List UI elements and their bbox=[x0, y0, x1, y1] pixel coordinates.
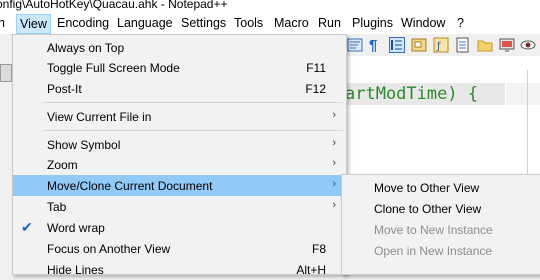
move-clone-submenu: Move to Other View Clone to Other View M… bbox=[341, 174, 540, 275]
menu-window[interactable]: Window bbox=[401, 16, 445, 30]
menu-item-word-wrap[interactable]: ✔ Word wrap bbox=[13, 217, 346, 238]
chevron-right-icon: › bbox=[332, 137, 336, 149]
view-menu-dropdown: Always on Top Toggle Full Screen Mode F1… bbox=[12, 34, 347, 277]
monitor-icon[interactable] bbox=[499, 37, 515, 53]
chevron-right-icon: › bbox=[332, 178, 336, 190]
menu-item-toggle-full-screen[interactable]: Toggle Full Screen Mode F11 bbox=[13, 57, 346, 78]
submenu-item-open-in-new-instance: Open in New Instance bbox=[374, 244, 493, 258]
shortcut-label: Alt+H bbox=[296, 263, 326, 277]
indent-guide-icon[interactable] bbox=[389, 37, 405, 53]
function-list-icon[interactable]: ƒ bbox=[433, 37, 449, 53]
doc-list-icon[interactable] bbox=[455, 37, 471, 53]
menu-view[interactable]: View bbox=[16, 14, 51, 34]
menu-macro[interactable]: Macro bbox=[274, 16, 309, 30]
show-all-chars-icon[interactable]: ¶ bbox=[369, 37, 385, 54]
shortcut-label: F11 bbox=[306, 61, 326, 75]
code-line: artModTime) { bbox=[345, 83, 505, 105]
menu-item-move-clone-current-document[interactable]: Move/Clone Current Document › bbox=[13, 175, 346, 196]
left-toolbar-strip bbox=[0, 34, 12, 264]
menu-separator bbox=[43, 130, 343, 131]
toolbar: ¶ ƒ bbox=[345, 34, 540, 57]
menu-separator bbox=[43, 102, 343, 103]
folder-icon[interactable] bbox=[477, 37, 493, 53]
menu-settings[interactable]: Settings bbox=[181, 16, 226, 30]
toolbar-button-icon[interactable] bbox=[0, 64, 12, 82]
menu-item-zoom[interactable]: Zoom › bbox=[13, 154, 346, 175]
wrap-icon[interactable] bbox=[347, 37, 363, 53]
submenu-item-clone-to-other-view[interactable]: Clone to Other View bbox=[342, 198, 540, 219]
menu-help[interactable]: ? bbox=[457, 16, 464, 30]
svg-text:ƒ: ƒ bbox=[436, 41, 441, 52]
menu-item-post-it[interactable]: Post-It F12 bbox=[13, 78, 346, 99]
menu-bar: h View Encoding Language Settings Tools … bbox=[0, 14, 540, 34]
current-line-highlight bbox=[506, 83, 540, 105]
menu-item-hide-lines[interactable]: Hide Lines Alt+H bbox=[13, 259, 346, 280]
shortcut-label: F12 bbox=[305, 82, 326, 96]
menu-item-focus-on-another-view[interactable]: Focus on Another View F8 bbox=[13, 238, 346, 259]
menu-item-tab[interactable]: Tab › bbox=[13, 196, 346, 217]
submenu-item-move-to-new-instance: Move to New Instance bbox=[374, 223, 493, 237]
eye-icon[interactable] bbox=[520, 37, 536, 53]
chevron-right-icon: › bbox=[332, 199, 336, 211]
chevron-right-icon: › bbox=[332, 157, 336, 169]
menu-run[interactable]: Run bbox=[318, 16, 341, 30]
chevron-right-icon: › bbox=[332, 109, 336, 121]
submenu-item-move-to-other-view[interactable]: Move to Other View bbox=[342, 177, 540, 198]
shortcut-label: F8 bbox=[311, 242, 326, 256]
menu-plugins[interactable]: Plugins bbox=[352, 16, 393, 30]
code-text: artModTime) { bbox=[345, 84, 479, 104]
menu-item-view-current-file-in[interactable]: View Current File in › bbox=[13, 106, 346, 127]
menu-search[interactable]: h bbox=[0, 16, 5, 30]
doc-map-icon[interactable] bbox=[411, 37, 427, 53]
menu-item-always-on-top[interactable]: Always on Top bbox=[13, 37, 346, 58]
check-icon: ✔ bbox=[21, 219, 33, 235]
title-bar: onfig\AutoHotKey\Quacau.ahk - Notepad++ bbox=[0, 0, 540, 14]
menu-tools[interactable]: Tools bbox=[234, 16, 263, 30]
menu-item-show-symbol[interactable]: Show Symbol › bbox=[13, 134, 346, 155]
menu-encoding[interactable]: Encoding bbox=[57, 16, 109, 30]
window-title: onfig\AutoHotKey\Quacau.ahk - Notepad++ bbox=[0, 0, 228, 11]
menu-language[interactable]: Language bbox=[117, 16, 173, 30]
